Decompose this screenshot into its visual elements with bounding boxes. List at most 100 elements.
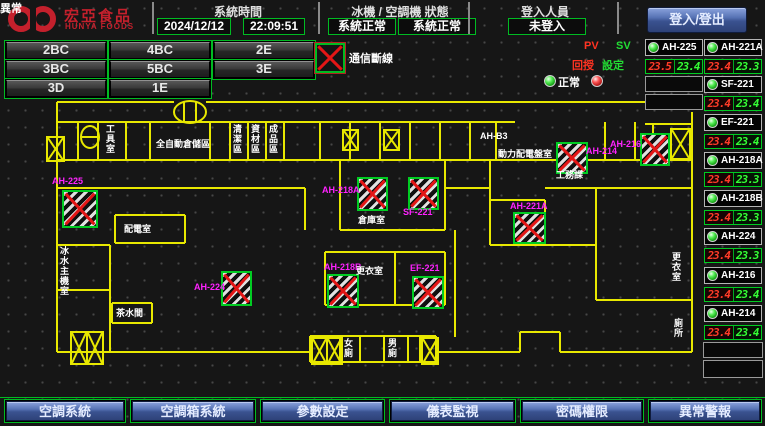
sv-value: 23.4 <box>734 288 762 301</box>
room-label: 倉庫室 <box>358 213 385 226</box>
device-readout[interactable]: AH-221A 23.4 23.3 <box>704 39 762 74</box>
sv-label: SV <box>616 40 631 52</box>
stair-icon <box>421 337 439 365</box>
header-divider <box>468 2 470 34</box>
device-name-box[interactable]: AH-214 <box>704 305 762 322</box>
floor-button[interactable]: 1E <box>108 78 212 99</box>
sv-value: 23.4 <box>675 60 703 73</box>
equipment-alarm-icon[interactable] <box>327 274 359 308</box>
pv-value: 23.4 <box>705 288 734 301</box>
ac-status: 系統正常 <box>398 18 476 35</box>
floor-button-label: 2BC <box>6 42 106 59</box>
floor-button[interactable]: 5BC <box>108 59 212 80</box>
equipment-alarm-icon[interactable] <box>408 177 439 210</box>
sv-value: 23.3 <box>734 249 762 262</box>
device-readout[interactable]: AH-214 23.4 23.4 <box>704 305 762 340</box>
system-time-value: 22:09:51 <box>243 18 305 35</box>
footer-nav-label: 參數設定 <box>262 401 383 421</box>
room-label: 成品區 <box>267 124 280 154</box>
room-label: 工務課 <box>556 168 583 181</box>
floor-button[interactable]: 3E <box>212 59 316 80</box>
login-label: 登入人員 <box>490 3 600 16</box>
login-logout-button[interactable]: 登入/登出 <box>647 7 747 33</box>
room-label: 茶水間 <box>116 306 143 319</box>
room-label: 資材區 <box>249 124 262 154</box>
footer-nav-button[interactable]: 空調箱系統 <box>130 399 256 423</box>
floor-button-label: 5BC <box>110 61 210 78</box>
sv-name-label: 設定 <box>602 57 624 73</box>
device-status-led-icon <box>707 79 718 90</box>
equipment-alarm-icon[interactable] <box>62 190 98 228</box>
equipment-alarm-icon[interactable] <box>513 212 546 244</box>
sv-value: 23.3 <box>734 173 762 186</box>
stair-icon <box>70 331 104 365</box>
empty-slot-box <box>645 76 703 92</box>
device-values: 23.4 23.4 <box>704 96 762 111</box>
device-name-box[interactable]: AH-224 <box>704 228 762 245</box>
plan-device-label: EF-221 <box>410 263 440 273</box>
room-label: 清潔區 <box>231 124 244 154</box>
device-name: AH-218B <box>721 193 763 204</box>
chiller-status: 系統正常 <box>328 18 396 35</box>
footer-nav-button[interactable]: 參數設定 <box>260 399 385 423</box>
floor-button[interactable]: 3D <box>4 78 108 99</box>
device-readout[interactable]: AH-218B 23.4 23.3 <box>704 190 762 225</box>
room-label: 冰水主機室 <box>58 246 71 296</box>
device-status-led-icon <box>707 117 718 128</box>
sv-value: 23.3 <box>734 60 762 73</box>
device-name-box[interactable]: EF-221 <box>704 114 762 131</box>
floor-button-label: 4BC <box>110 42 210 59</box>
plan-device-label: AH-224 <box>194 282 225 292</box>
comm-loss-icon <box>315 43 345 73</box>
floor-button[interactable]: 3BC <box>4 59 108 80</box>
device-status-led-icon <box>707 155 718 166</box>
device-readout[interactable]: AH-224 23.4 23.3 <box>704 228 762 263</box>
pv-value: 23.4 <box>705 249 734 262</box>
equipment-alarm-icon[interactable] <box>221 271 252 306</box>
sv-value: 23.4 <box>734 326 762 339</box>
sv-value: 23.4 <box>734 135 762 148</box>
device-name-box[interactable]: AH-221A <box>704 39 762 56</box>
floor-button[interactable]: 2E <box>212 40 316 61</box>
floor-button-label: 3E <box>214 61 314 78</box>
device-name-box[interactable]: AH-218A <box>704 152 762 169</box>
device-name-box[interactable]: SF-221 <box>704 76 762 93</box>
footer-nav-button[interactable]: 空調系統 <box>4 399 126 423</box>
device-name: AH-214 <box>721 308 755 319</box>
device-readout[interactable]: EF-221 23.4 23.4 <box>704 114 762 149</box>
plan-device-label: AH-225 <box>52 176 83 186</box>
header-divider <box>318 2 320 34</box>
pv-label: PV <box>584 40 599 52</box>
floor-button-label: 3BC <box>6 61 106 78</box>
device-readout[interactable]: AH-225 23.5 23.4 <box>645 39 703 74</box>
device-name: SF-221 <box>721 79 754 90</box>
device-status-led-icon <box>648 42 659 53</box>
header-divider <box>617 2 619 34</box>
device-name-box[interactable]: AH-225 <box>645 39 703 56</box>
footer-nav-button[interactable]: 儀表監視 <box>389 399 516 423</box>
stair-icon <box>342 129 359 151</box>
device-name-box[interactable]: AH-216 <box>704 267 762 284</box>
equipment-alarm-icon[interactable] <box>357 177 388 211</box>
equipment-alarm-icon[interactable] <box>640 133 670 166</box>
floor-button[interactable]: 2BC <box>4 40 108 61</box>
device-status-led-icon <box>707 270 718 281</box>
device-name-box[interactable]: AH-218B <box>704 190 762 207</box>
footer-nav-label: 儀表監視 <box>391 401 514 421</box>
device-readout[interactable]: AH-216 23.4 23.4 <box>704 267 762 302</box>
floor-button[interactable]: 4BC <box>108 40 212 61</box>
room-label: 更衣室 <box>356 264 383 277</box>
room-label: 全自動倉儲區 <box>156 137 210 150</box>
footer-nav-button[interactable]: 密碼權限 <box>520 399 644 423</box>
device-readout[interactable]: SF-221 23.4 23.4 <box>704 76 762 111</box>
footer-nav-button[interactable]: 異常警報 <box>648 399 762 423</box>
equipment-alarm-icon[interactable] <box>412 276 444 309</box>
pv-value: 23.4 <box>705 326 734 339</box>
footer-nav-label: 異常警報 <box>650 401 760 421</box>
empty-slot-box <box>645 94 703 110</box>
logo: 宏亞食品 HUNYA FOODS <box>6 4 156 34</box>
device-readout[interactable]: AH-218A 23.4 23.3 <box>704 152 762 187</box>
room-label: AH-B3 <box>480 131 508 141</box>
device-values: 23.5 23.4 <box>645 59 703 74</box>
room-label: 工具室 <box>104 124 117 154</box>
